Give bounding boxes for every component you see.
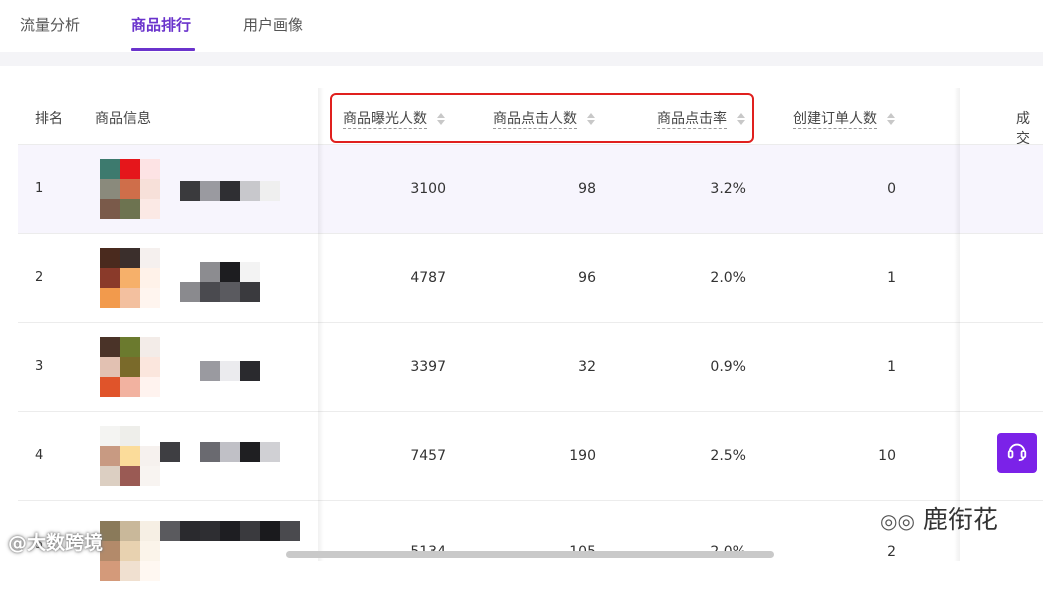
orders-cell: 1 (887, 359, 896, 375)
orders-cell: 10 (878, 448, 896, 464)
fixed-column-shadow-left (318, 88, 324, 561)
product-name-redacted[interactable] (180, 181, 280, 201)
product-name-redacted[interactable] (160, 442, 280, 462)
clicks-cell: 190 (569, 448, 596, 464)
fixed-column-shadow-right (954, 88, 960, 561)
header-rank: 排名 (35, 111, 63, 127)
exposure-cell: 7457 (410, 448, 446, 464)
watermark-left: @大数跨境 (8, 532, 104, 554)
orders-cell: 0 (887, 181, 896, 197)
orders-cell: 2 (887, 544, 896, 560)
ctr-cell: 0.9% (710, 359, 746, 375)
product-name-redacted[interactable] (180, 282, 260, 302)
header-orders[interactable]: 创建订单人数 (793, 108, 895, 129)
tab-product-ranking[interactable]: 商品排行 (131, 14, 191, 35)
table-row[interactable]: 3 3397 32 0.9% 1 (18, 322, 1043, 411)
product-thumbnail[interactable] (100, 521, 160, 581)
rank-cell: 2 (35, 270, 44, 285)
clicks-cell: 32 (578, 359, 596, 375)
headset-icon (1006, 440, 1028, 466)
product-thumbnail[interactable] (100, 159, 160, 219)
exposure-cell: 3100 (410, 181, 446, 197)
product-thumbnail[interactable] (100, 248, 160, 308)
table-header: 排名 商品信息 商品曝光人数 商品点击人数 商品点击率 创建订单人数 成交 (18, 88, 1043, 147)
sort-icon[interactable] (887, 113, 895, 125)
product-name-redacted[interactable] (180, 361, 260, 381)
table-row[interactable]: 2 4787 96 2.0% 1 (18, 233, 1043, 322)
wechat-icon: ◎◎ (880, 509, 915, 533)
header-orders-label: 创建订单人数 (793, 111, 877, 129)
clicks-cell: 98 (578, 181, 596, 197)
tab-traffic-analysis[interactable]: 流量分析 (20, 14, 80, 35)
orders-cell: 1 (887, 270, 896, 286)
product-name-redacted[interactable] (160, 521, 300, 541)
ctr-cell: 3.2% (710, 181, 746, 197)
exposure-cell: 3397 (410, 359, 446, 375)
active-tab-indicator (131, 48, 195, 51)
watermark-right-text: 鹿衔花 (922, 505, 998, 534)
rank-cell: 4 (35, 448, 44, 463)
table-row[interactable]: 1 3100 98 3.2% 0 (18, 144, 1043, 233)
product-name-redacted[interactable] (180, 262, 260, 282)
watermark-right: ◎◎ 鹿衔花 (880, 500, 998, 536)
tab-user-profile[interactable]: 用户画像 (243, 14, 303, 35)
exposure-cell: 4787 (410, 270, 446, 286)
header-product-info: 商品信息 (95, 111, 151, 127)
rank-cell: 3 (35, 359, 44, 374)
table-row[interactable]: 4 7457 190 2.5% 10 (18, 411, 1043, 500)
horizontal-scrollbar[interactable] (286, 551, 774, 558)
rank-cell: 1 (35, 181, 44, 196)
customer-service-button[interactable] (997, 433, 1037, 473)
ctr-cell: 2.0% (710, 270, 746, 286)
divider-band (0, 52, 1043, 66)
clicks-cell: 96 (578, 270, 596, 286)
ctr-cell: 2.5% (710, 448, 746, 464)
product-thumbnail[interactable] (100, 337, 160, 397)
header-deals[interactable]: 成交 (1016, 108, 1043, 148)
product-thumbnail[interactable] (100, 426, 160, 486)
tab-bar: 流量分析 商品排行 用户画像 (0, 0, 1043, 51)
highlight-annotation-box (330, 93, 754, 143)
